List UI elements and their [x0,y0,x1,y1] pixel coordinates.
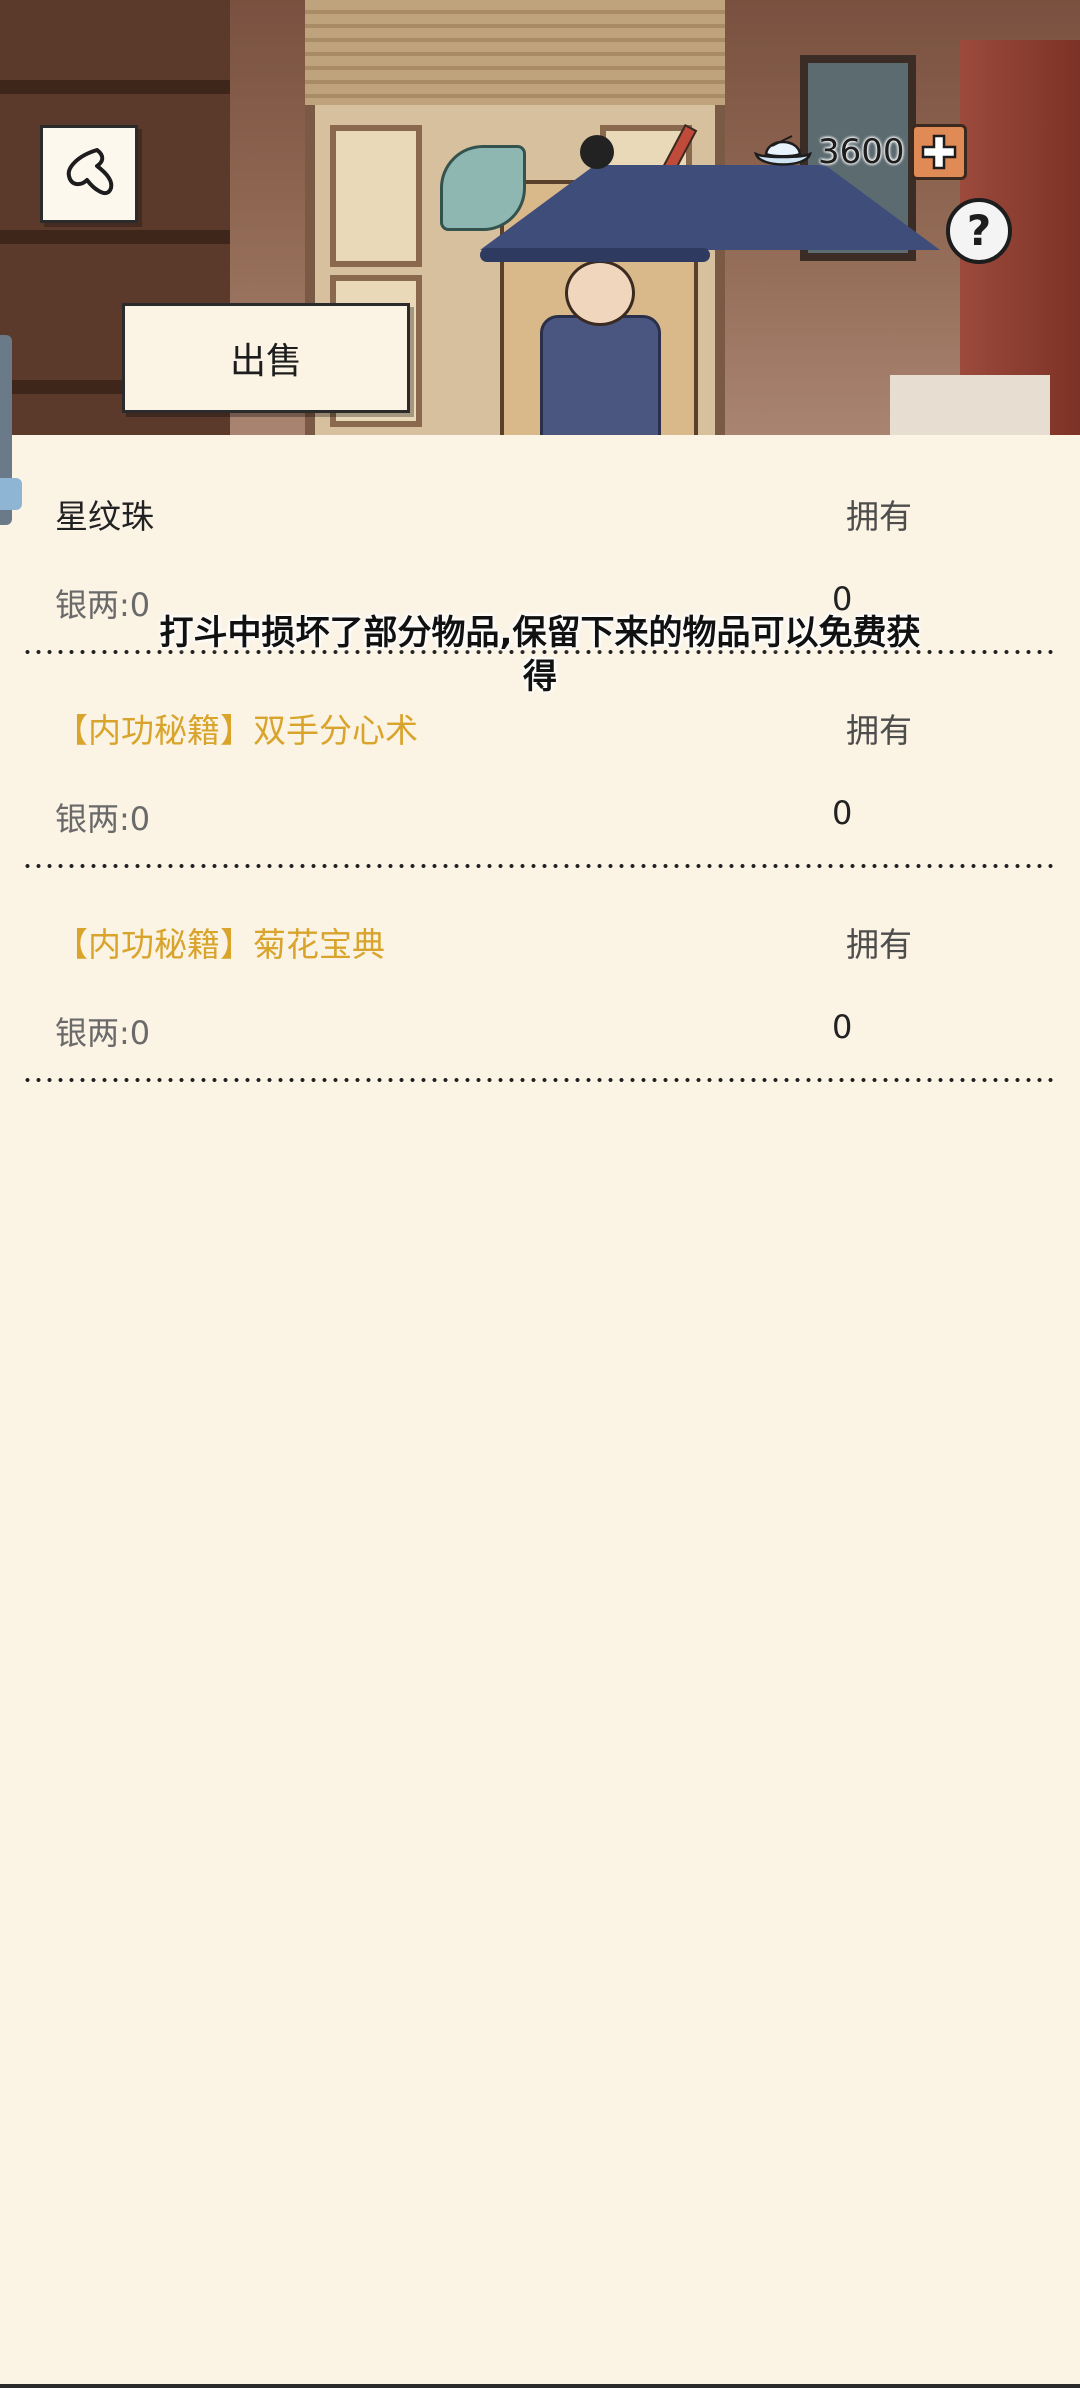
plus-icon [921,134,956,170]
back-button[interactable] [40,125,138,223]
item-price: 银两:0 [55,1014,151,1052]
window-blind [305,0,725,105]
item-price: 银两:0 [55,800,151,838]
silver-ingot-icon [754,135,812,166]
peddler-character [440,110,940,435]
item-own-label: 拥有 [846,497,912,536]
peddler-face [565,260,635,326]
stacked-books [890,375,1050,435]
toast-message: 打斗中损坏了部分物品,保留下来的物品可以免费获 得 [100,598,980,712]
shelf-board [0,80,230,94]
peddler-body [540,315,661,435]
list-item[interactable]: 【内功秘籍】菊花宝典 拥有 银两:0 0 [0,868,1080,1082]
back-chevron-icon [66,148,114,195]
item-own-label: 拥有 [846,925,912,964]
currency-amount: 3600 [818,132,905,172]
topknot [580,135,614,169]
hat-brim [480,248,710,262]
item-name: 星纹珠 [55,497,154,536]
add-currency-button[interactable] [910,124,967,180]
help-button[interactable]: ? [946,198,1012,264]
question-icon: ? [966,206,992,255]
bottom-edge [0,2384,1080,2388]
dotted-divider [22,1078,1058,1082]
shelf-board [0,230,230,244]
currency-display: 3600 [752,122,967,182]
sell-button[interactable]: 出售 [122,303,410,413]
item-list: 星纹珠 拥有 银两:0 0 【内功秘籍】双手分心术 拥有 银两:0 0 【内功秘… [0,440,1080,1082]
item-name: 【内功秘籍】菊花宝典 [55,925,385,964]
window-pane [330,125,422,267]
item-count: 0 [832,794,853,832]
item-count: 0 [832,1008,853,1046]
